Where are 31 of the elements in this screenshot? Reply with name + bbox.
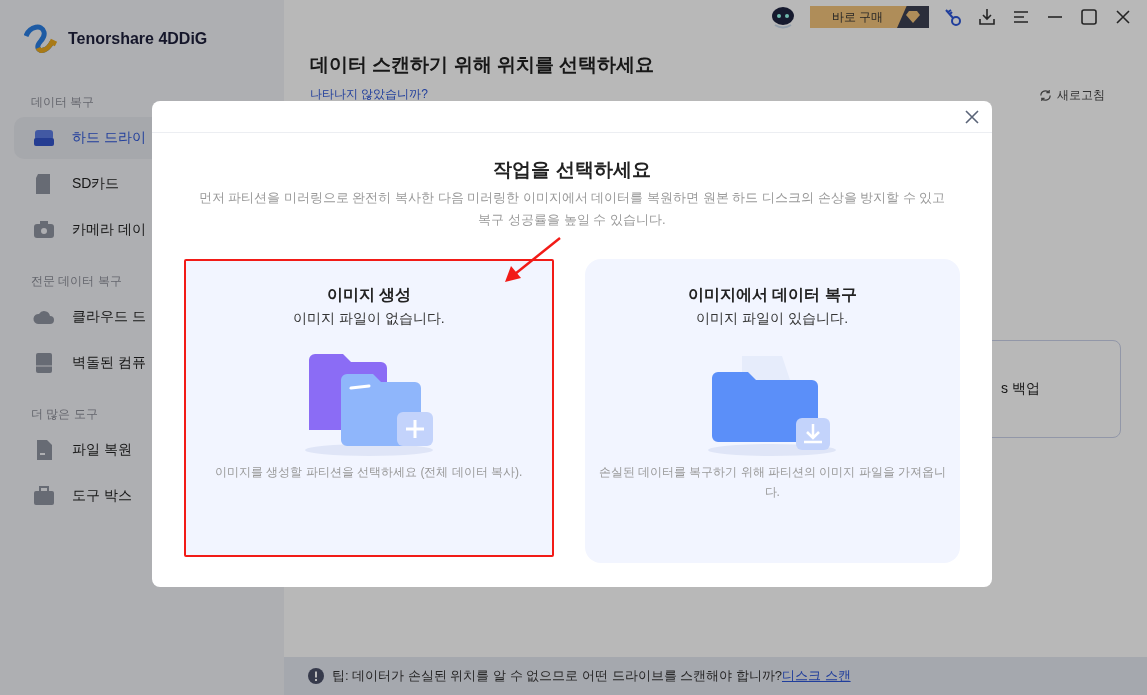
option-card[interactable]: 이미지 생성 이미지 파일이 없습니다. 이미지를 생성할 파티션을 선택하세요 (전체 데이터 복사). bbox=[184, 259, 554, 557]
option-note: 이미지를 생성할 파티션을 선택하세요 (전체 데이터 복사). bbox=[215, 464, 523, 481]
app-name: Tenorshare 4DDiG bbox=[68, 30, 208, 48]
section-title: 전문 데이터 복구 bbox=[30, 273, 123, 290]
refresh-icon bbox=[1039, 89, 1052, 102]
refresh-button[interactable]: 새로고침 bbox=[1033, 86, 1111, 105]
maximize-icon[interactable] bbox=[1079, 7, 1099, 27]
option-note: 손실된 데이터를 복구하기 위해 파티션의 이미지 파일을 가져옵니다. bbox=[598, 464, 946, 501]
dialog-title: 작업을 선택하세요 bbox=[492, 158, 652, 182]
section-title: 데이터 복구 bbox=[30, 94, 96, 111]
robot-icon[interactable] bbox=[769, 5, 796, 29]
toolbox-icon bbox=[32, 484, 56, 508]
option-subtitle: 이미지 파일이 없습니다. bbox=[292, 310, 445, 328]
diamond-icon bbox=[906, 11, 920, 23]
arrow-annotation bbox=[503, 236, 563, 284]
disk-scan-link[interactable]: 디스크 스캔 bbox=[781, 668, 851, 683]
tip-text: 팁: 데이터가 손실된 위치를 알 수 없으므로 어떤 드라이브를 스캔해야 합니까?디스크 스캔 bbox=[332, 667, 851, 685]
option-subtitle: 이미지 파일이 있습니다. bbox=[696, 310, 849, 328]
logo-icon bbox=[24, 24, 58, 54]
buy-button[interactable]: 바로 구매 bbox=[809, 6, 929, 28]
close-icon[interactable] bbox=[964, 108, 980, 125]
option-card[interactable]: 이미지에서 데이터 복구 이미지 파일이 있습니다. 손실된 데이터를 복구하기 위해 파티션의 이미지 파일을 가져옵니다. bbox=[584, 259, 960, 563]
page-title: 데이터 스캔하기 위해 위치를 선택하세요 bbox=[310, 53, 656, 77]
download-icon[interactable] bbox=[977, 7, 997, 27]
help-link[interactable]: 나타나지 않았습니까? bbox=[310, 86, 428, 103]
info-icon bbox=[308, 668, 324, 684]
section-title: 더 많은 도구 bbox=[30, 406, 99, 423]
option-title: 이미지 생성 bbox=[326, 285, 411, 305]
option-title: 이미지에서 데이터 복구 bbox=[687, 285, 857, 305]
card-label: s 백업 bbox=[1001, 380, 1040, 398]
key-icon[interactable] bbox=[943, 7, 963, 27]
